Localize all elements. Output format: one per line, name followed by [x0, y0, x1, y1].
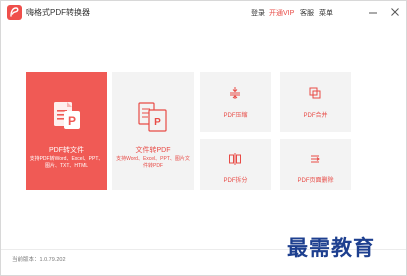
- pdf-to-file-title: PDF转文件: [49, 147, 84, 154]
- vip-link[interactable]: 开通VIP: [269, 8, 294, 18]
- pdf-compress-title: PDF压缩: [223, 113, 248, 119]
- file-convert-icon: P: [138, 102, 167, 132]
- compress-icon: [230, 87, 240, 99]
- pdf-merge-title: PDF合并: [303, 113, 328, 119]
- pdf-remove-pages-tile[interactable]: PDF页面删除: [280, 139, 351, 190]
- menu-link[interactable]: 菜单: [319, 8, 333, 18]
- pdf-remove-pages-title: PDF页面删除: [297, 178, 334, 184]
- delete-page-icon: [311, 155, 320, 163]
- svg-text:P: P: [68, 114, 76, 128]
- svg-text:P: P: [154, 117, 161, 128]
- merge-icon: [309, 87, 321, 99]
- login-link[interactable]: 登录: [251, 8, 265, 18]
- pdf-to-file-tile[interactable]: P PDF转文件 支持PDF转Word、Excel、PPT、图片、TXT、HTM…: [26, 72, 107, 190]
- app-logo-icon: [7, 5, 22, 20]
- file-to-pdf-title: 文件转PDF: [135, 147, 171, 154]
- minimize-icon[interactable]: [368, 6, 378, 18]
- pdf-document-icon: P: [54, 102, 80, 129]
- app-title: 嗨格式PDF转换器: [26, 8, 90, 17]
- watermark-text: 最需教育: [287, 235, 375, 260]
- close-icon[interactable]: [390, 6, 400, 18]
- pdf-merge-tile[interactable]: PDF合并: [280, 72, 351, 132]
- customer-service-link[interactable]: 客服: [300, 8, 314, 18]
- title-bar: 嗨格式PDF转换器 登录 开通VIP 客服 菜单: [1, 1, 406, 25]
- split-icon: [229, 153, 241, 165]
- pdf-split-tile[interactable]: PDF拆分: [200, 139, 271, 190]
- pdf-split-title: PDF拆分: [223, 178, 248, 184]
- pdf-to-file-desc: 支持PDF转Word、Excel、PPT、图片、TXT、HTML: [29, 156, 104, 169]
- version-label: 当前版本：1.0.79.202: [12, 257, 66, 263]
- pdf-compress-tile[interactable]: PDF压缩: [200, 72, 271, 132]
- file-to-pdf-tile[interactable]: P 文件转PDF 支持Word、Excel、PPT、图片文件转PDF: [112, 72, 194, 190]
- file-to-pdf-desc: 支持Word、Excel、PPT、图片文件转PDF: [116, 156, 190, 169]
